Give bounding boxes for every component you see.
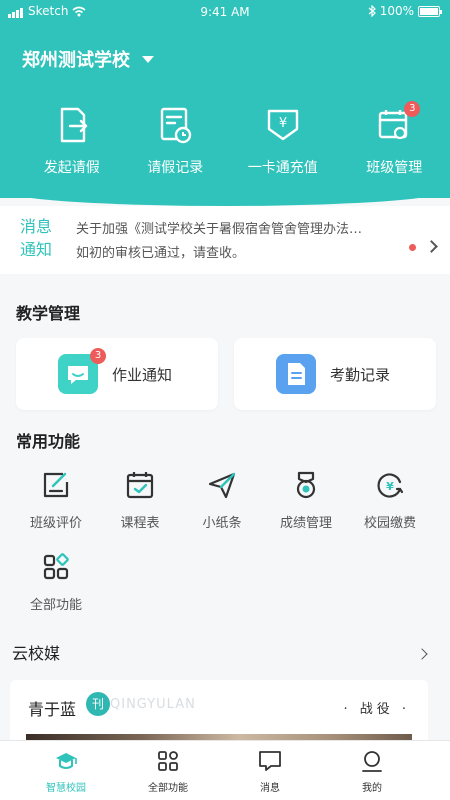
chevron-right-icon[interactable] xyxy=(425,240,438,253)
notice-text: 关于加强《测试学校关于暑假宿舍管舍管理办法… 如初的审核已通过，请查收。 xyxy=(76,218,396,266)
func-schedule[interactable]: 课程表 xyxy=(98,470,182,531)
quick-class-manage[interactable]: 3 班级管理 xyxy=(339,101,450,177)
quick-label: 一卡通充值 xyxy=(247,160,318,176)
homework-card[interactable]: 3 作业通知 xyxy=(16,338,218,410)
func-all[interactable]: 全部功能 xyxy=(14,552,98,613)
func-paper-plane[interactable]: 小纸条 xyxy=(180,470,264,531)
battery-percent: 100% xyxy=(379,4,414,18)
attendance-icon xyxy=(276,354,316,394)
quick-leave-request[interactable]: 发起请假 xyxy=(16,105,128,177)
unread-dot xyxy=(409,244,416,251)
func-grades[interactable]: 成绩管理 xyxy=(264,470,348,531)
all-functions-icon xyxy=(43,553,69,580)
notice-tag: 消息 通知 xyxy=(20,215,56,261)
quick-card-recharge[interactable]: ¥ 一卡通充值 xyxy=(227,105,339,177)
schedule-icon xyxy=(126,472,154,499)
quick-label: 请假记录 xyxy=(147,160,204,176)
caret-down-icon xyxy=(142,55,154,63)
tab-label: 全部功能 xyxy=(148,783,188,794)
quick-label: 发起请假 xyxy=(43,160,100,176)
attendance-card[interactable]: 考勤记录 xyxy=(234,338,436,410)
func-label: 成绩管理 xyxy=(279,516,332,531)
campus-payment-icon: ¥ xyxy=(377,473,404,498)
tab-bar: 智慧校园 全部功能 消息 我的 xyxy=(0,740,450,800)
notice-tag-line1: 消息 xyxy=(20,217,53,236)
func-label: 课程表 xyxy=(120,516,160,531)
message-icon xyxy=(259,751,281,771)
teaching-title: 教学管理 xyxy=(16,304,81,323)
school-name: 郑州测试学校 xyxy=(22,50,130,71)
header: Sketch 9:41 AM 100% 郑州测试学校 发起请假 请假记录 ¥ 一… xyxy=(0,0,450,206)
attendance-label: 考勤记录 xyxy=(330,365,391,384)
tab-campus[interactable]: 智慧校园 xyxy=(16,741,116,800)
quick-leave-record[interactable]: 请假记录 xyxy=(120,105,232,177)
tab-label: 我的 xyxy=(362,783,382,794)
svg-text:¥: ¥ xyxy=(386,480,394,493)
notice-bar[interactable]: 消息 通知 关于加强《测试学校关于暑假宿舍管舍管理办法… 如初的审核已通过，请查… xyxy=(0,206,450,274)
notice-line1: 关于加强《测试学校关于暑假宿舍管舍管理办法… xyxy=(76,222,363,237)
homework-icon: 3 xyxy=(58,348,106,394)
media-tag: · 战役 · xyxy=(343,702,410,717)
leave-record-icon xyxy=(161,107,192,144)
media-title: 云校媒 xyxy=(12,644,61,663)
document-icon xyxy=(288,363,305,385)
battery-icon xyxy=(418,5,442,17)
bluetooth-icon xyxy=(368,5,376,17)
campus-icon xyxy=(56,753,77,769)
status-right: 100% xyxy=(368,4,442,18)
school-selector[interactable]: 郑州测试学校 xyxy=(22,46,154,72)
notice-line2: 如初的审核已通过，请查收。 xyxy=(76,246,246,261)
func-label: 全部功能 xyxy=(29,598,82,613)
media-more-chevron-icon[interactable] xyxy=(416,648,428,660)
media-logo: 刊 xyxy=(86,692,110,716)
tab-profile[interactable]: 我的 xyxy=(322,741,422,800)
grades-medal-icon xyxy=(296,471,316,499)
homework-badge: 3 xyxy=(90,348,106,364)
common-title: 常用功能 xyxy=(16,432,81,451)
quick-label: 班级管理 xyxy=(366,160,423,176)
media-name: 青于蓝 xyxy=(28,700,77,719)
class-manage-icon-wrap: 3 xyxy=(374,101,421,145)
leave-request-icon xyxy=(60,107,87,143)
notice-tag-line2: 通知 xyxy=(20,240,53,259)
func-class-evaluation[interactable]: 班级评价 xyxy=(14,470,98,531)
profile-icon xyxy=(362,751,382,772)
tab-label: 消息 xyxy=(260,783,280,794)
tab-all-functions[interactable]: 全部功能 xyxy=(118,741,218,800)
func-label: 小纸条 xyxy=(202,516,242,531)
card-recharge-icon: ¥ xyxy=(267,109,298,141)
func-label: 班级评价 xyxy=(29,516,82,531)
tab-messages[interactable]: 消息 xyxy=(220,741,320,800)
func-label: 校园缴费 xyxy=(363,516,416,531)
tab-label: 智慧校园 xyxy=(46,783,86,794)
svg-text:¥: ¥ xyxy=(279,116,287,131)
class-evaluation-icon xyxy=(43,472,69,498)
func-campus-payment[interactable]: ¥ 校园缴费 xyxy=(348,470,432,531)
class-manage-badge: 3 xyxy=(404,101,421,117)
homework-label: 作业通知 xyxy=(112,365,173,384)
status-bar: Sketch 9:41 AM 100% xyxy=(0,0,450,24)
media-watermark: QINGYULAN xyxy=(110,697,196,712)
grid-icon xyxy=(158,751,178,771)
paper-plane-icon xyxy=(208,472,236,499)
quick-actions: 发起请假 请假记录 ¥ 一卡通充值 3 班级管理 xyxy=(0,101,450,177)
